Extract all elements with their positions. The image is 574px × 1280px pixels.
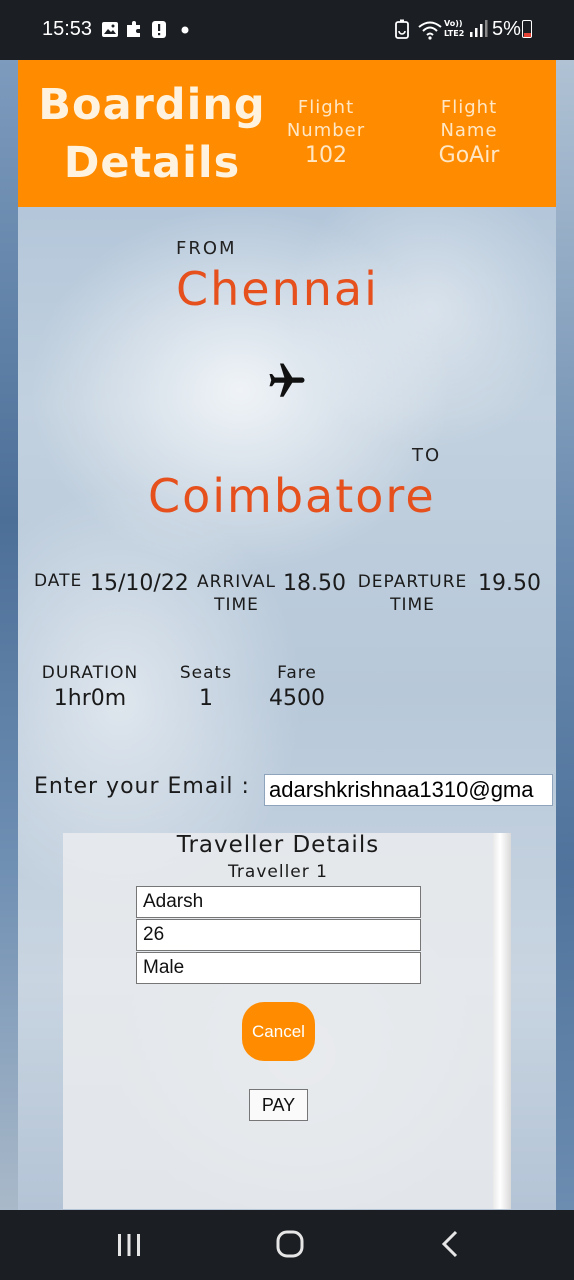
seats-value: 1 [199,686,213,711]
puzzle-icon [127,21,140,37]
duration-label: DURATION [41,663,139,683]
from-city: Chennai [176,262,379,316]
traveller-subtitle: Traveller 1 [228,862,328,882]
battery-saver-icon [395,19,409,39]
departure-label-line2: TIME [390,595,435,615]
page-title-line2: Details [63,138,241,188]
fare-value: 4500 [269,686,325,711]
duration-value: 1hr0m [53,686,127,711]
dot-icon [181,26,189,34]
to-label: TO [412,445,442,466]
status-time: 15:53 [42,18,93,40]
flight-number-label-line1: Flight [297,97,355,118]
pay-button[interactable]: PAY [249,1089,308,1121]
panel-scrollbar[interactable] [493,833,511,1209]
arrival-label: ARRIVAL TIME [190,571,283,617]
seats-label: Seats [179,663,233,683]
traveller-details-title: Traveller Details [176,832,380,858]
cancel-button[interactable]: Cancel [242,1002,315,1061]
from-label: FROM [176,238,237,259]
email-input[interactable]: adarshkrishnaa1310@gma [264,774,553,806]
departure-label: DEPARTURE TIME [346,571,479,617]
email-label: Enter your Email : [34,774,250,799]
sky-edge-left [0,60,18,1210]
wifi-icon [418,21,442,40]
page-title: Boarding Details [18,76,286,192]
flight-name-value: GoAir [438,143,500,168]
page-title-line1: Boarding [38,80,266,130]
volte-indicator: Vo)) LTE2 [444,19,465,38]
departure-label-line1: DEPARTURE [357,572,468,592]
arrival-label-line1: ARRIVAL [197,572,276,592]
flight-name-label: Flight Name [414,96,524,142]
signal-icon [470,20,488,37]
traveller-age-input[interactable]: 26 [136,919,421,951]
battery-level [523,33,531,37]
to-city: Coimbatore [148,469,436,523]
back-icon[interactable] [438,1229,462,1259]
gallery-icon [102,22,118,37]
flight-name-label-line1: Flight [440,97,498,118]
flight-number-label-line2: Number [286,120,366,141]
flight-number-value: 102 [305,143,347,168]
airplane-icon [269,363,305,397]
alert-icon [152,21,166,38]
traveller-gender-input[interactable]: Male [136,952,421,984]
date-value: 15/10/22 [90,571,189,596]
arrival-label-line2: TIME [214,595,259,615]
recent-apps-icon[interactable] [115,1231,143,1259]
arrival-value: 18.50 [283,571,346,596]
departure-value: 19.50 [478,571,541,596]
flight-number-label: Flight Number [271,96,381,142]
flight-name-label-line2: Name [440,120,498,141]
date-label: DATE [34,571,83,591]
battery-percentage: 5% [492,18,521,40]
traveller-name-input[interactable]: Adarsh [136,886,421,918]
home-icon[interactable] [275,1229,305,1259]
fare-label: Fare [277,663,317,683]
sky-edge-right [556,60,574,1210]
